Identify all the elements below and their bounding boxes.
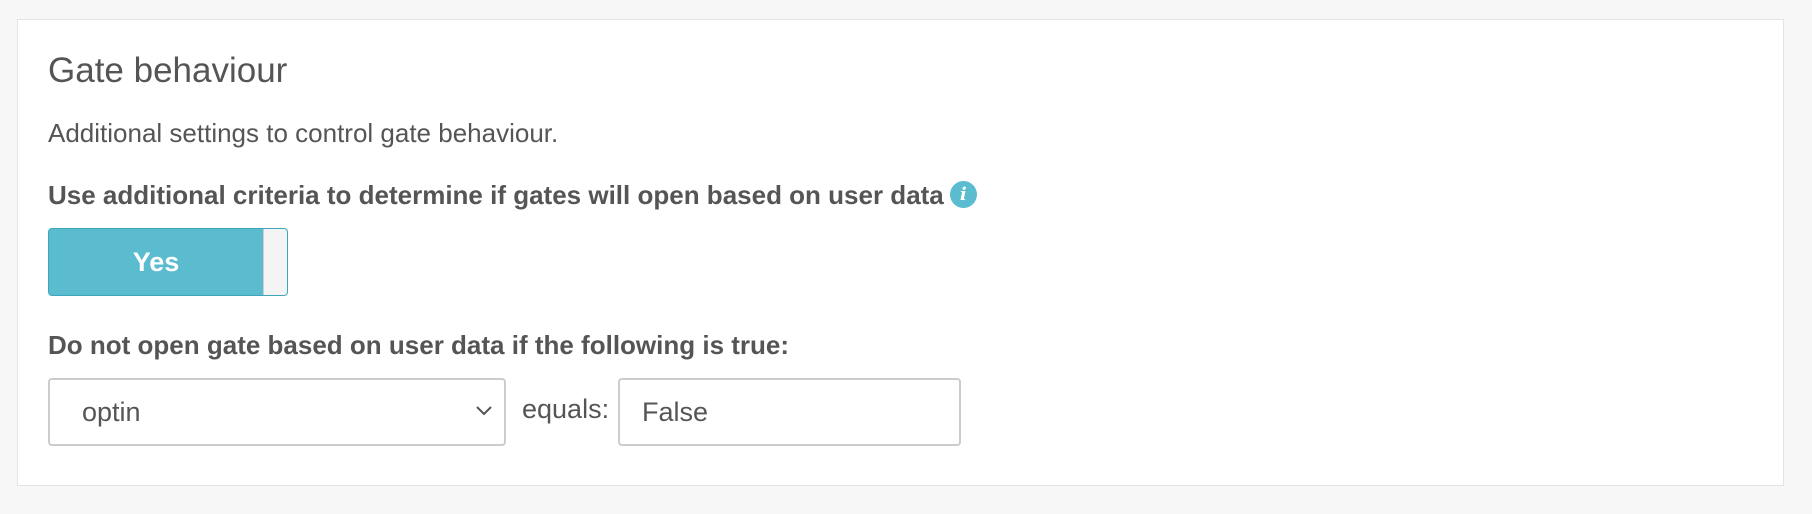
toggle-knob[interactable] — [263, 229, 287, 295]
equals-label: equals: — [522, 394, 610, 424]
info-icon[interactable]: i — [949, 180, 977, 208]
user-data-field-select[interactable]: optin — [48, 378, 506, 446]
condition-label: Do not open gate based on user data if t… — [48, 330, 790, 360]
panel-description: Additional settings to control gate beha… — [48, 118, 559, 148]
toggle-label: Yes — [132, 247, 180, 277]
criteria-label: Use additional criteria to determine if … — [48, 180, 977, 211]
gate-behaviour-panel: Gate behaviour Additional settings to co… — [17, 19, 1784, 486]
panel-title: Gate behaviour — [48, 51, 288, 90]
select-value: optin — [82, 397, 141, 427]
additional-criteria-toggle[interactable]: Yes — [48, 228, 288, 296]
criteria-label-text: Use additional criteria to determine if … — [48, 180, 944, 210]
condition-value-input[interactable] — [618, 378, 961, 446]
chevron-down-icon — [476, 406, 492, 416]
